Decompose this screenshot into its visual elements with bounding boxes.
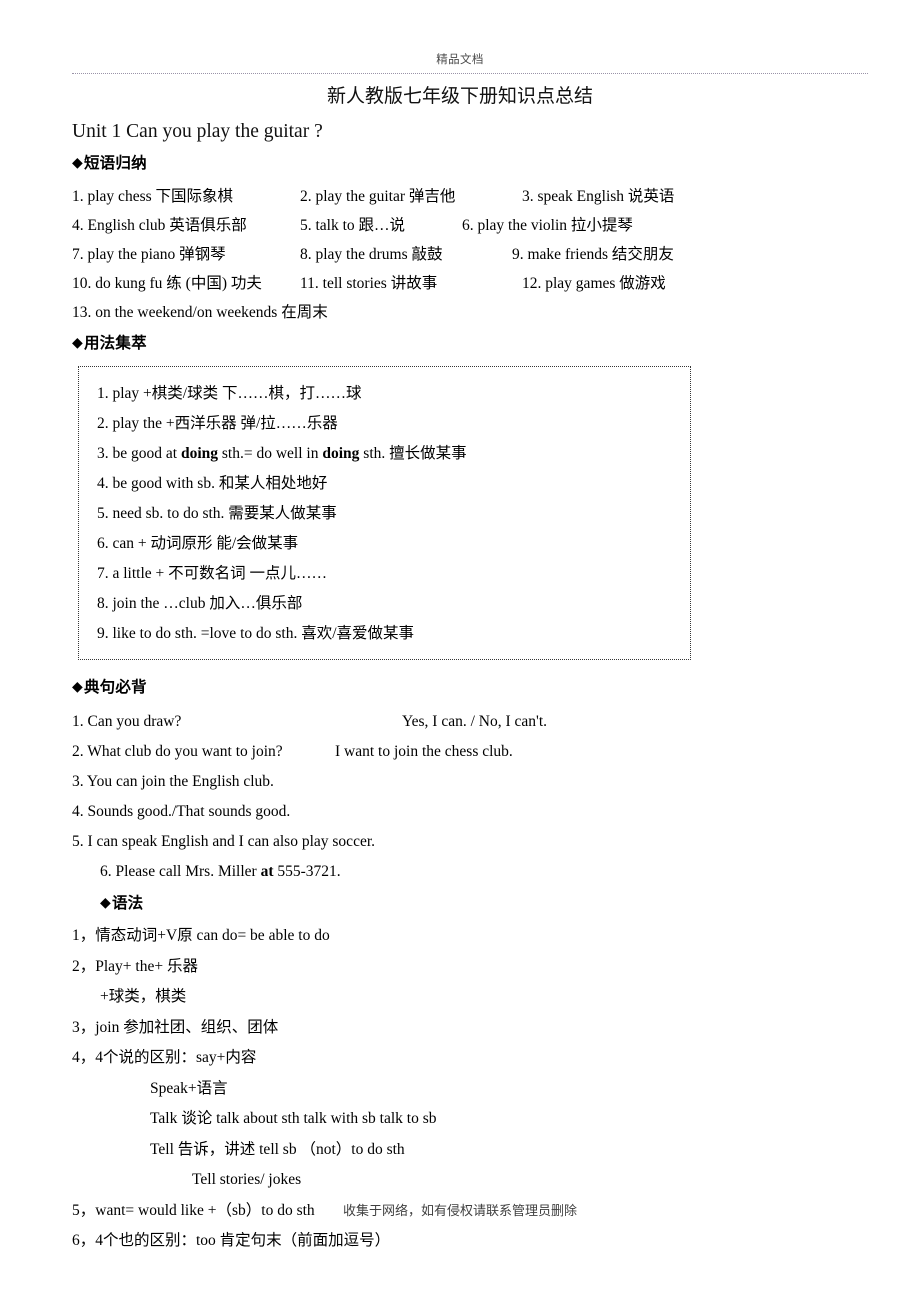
phrase-item: 11. tell stories 讲故事 <box>300 275 438 292</box>
usage-item-text: sth.= do well in <box>218 445 323 462</box>
phrase-row: 1. play chess 下国际象棋 2. play the guitar 弹… <box>72 182 920 211</box>
page-header: 精品文档 <box>0 0 920 80</box>
sentence-question: 2. What club do you want to join? <box>72 743 283 760</box>
usage-item-text: 6. can + 动词原形 能/会做某事 <box>97 535 299 552</box>
phrase-list: 1. play chess 下国际象棋 2. play the guitar 弹… <box>0 178 920 327</box>
sentence-answer: Yes, I can. / No, I can't. <box>402 713 547 730</box>
section-heading-sentences-label: 典句必背 <box>83 679 147 696</box>
sentence-text: 6. Please call Mrs. Miller <box>100 863 261 880</box>
unit-heading: Unit 1 Can you play the guitar ? <box>72 121 323 142</box>
sentence-question: 3. You can join the English club. <box>72 773 274 790</box>
usage-item-text: 5. need sb. to do sth. 需要某人做某事 <box>97 505 337 522</box>
usage-item: 6. can + 动词原形 能/会做某事 <box>79 529 690 559</box>
grammar-row: Tell 告诉，讲述 tell sb （not）to do sth <box>150 1140 405 1158</box>
sentence-question: 5. I can speak English and I can also pl… <box>72 833 376 850</box>
usage-box: 1. play +棋类/球类 下……棋，打……球 2. play the +西洋… <box>78 366 691 660</box>
usage-item-text: 1. play +棋类/球类 下……棋，打……球 <box>97 385 362 402</box>
sentence-row: 1. Can you draw? Yes, I can. / No, I can… <box>72 707 920 737</box>
usage-item: 5. need sb. to do sth. 需要某人做某事 <box>79 499 690 529</box>
phrase-item: 1. play chess 下国际象棋 <box>72 188 234 205</box>
usage-item: 1. play +棋类/球类 下……棋，打……球 <box>79 379 690 409</box>
sentence-row: 2. What club do you want to join? I want… <box>72 737 920 767</box>
usage-item-text: 4. be good with sb. 和某人相处地好 <box>97 475 328 492</box>
usage-item-text: 3. be good at <box>97 445 181 462</box>
diamond-bullet-icon: ◆ <box>72 680 83 695</box>
usage-item-text: 8. join the …club 加入…俱乐部 <box>97 595 303 612</box>
header-divider-rule <box>72 73 868 74</box>
diamond-bullet-icon: ◆ <box>72 336 83 351</box>
section-heading-grammar: ◆语法 <box>0 887 920 918</box>
diamond-bullet-icon: ◆ <box>100 896 111 911</box>
document-content: 新人教版七年级下册知识点总结 Unit 1 Can you play the g… <box>0 80 920 1257</box>
grammar-row: 1，情态动词+V原 can do= be able to do <box>72 927 330 944</box>
usage-item-text: 7. a little + 不可数名词 一点儿…… <box>97 565 328 582</box>
header-watermark-text: 精品文档 <box>436 54 484 66</box>
usage-item-text: 2. play the +西洋乐器 弹/拉……乐器 <box>97 415 338 432</box>
diamond-bullet-icon: ◆ <box>72 156 83 171</box>
sentence-row: 5. I can speak English and I can also pl… <box>72 827 920 857</box>
document-page: 精品文档 新人教版七年级下册知识点总结 Unit 1 Can you play … <box>0 0 920 1302</box>
usage-item: 4. be good with sb. 和某人相处地好 <box>79 469 690 499</box>
phrase-item: 4. English club 英语俱乐部 <box>72 217 247 234</box>
sentence-question: 4. Sounds good./That sounds good. <box>72 803 291 820</box>
section-heading-phrases: ◆短语归纳 <box>0 147 920 178</box>
section-heading-usage: ◆用法集萃 <box>0 327 920 358</box>
phrase-item: 6. play the violin 拉小提琴 <box>462 217 633 234</box>
usage-item: 8. join the …club 加入…俱乐部 <box>79 589 690 619</box>
section-heading-grammar-label: 语法 <box>111 895 144 912</box>
sentence-row: 6. Please call Mrs. Miller at 555-3721. <box>72 857 920 887</box>
section-heading-usage-label: 用法集萃 <box>83 335 147 352</box>
phrase-item: 8. play the drums 敲鼓 <box>300 246 443 263</box>
phrase-row: 7. play the piano 弹钢琴 8. play the drums … <box>72 240 920 269</box>
usage-item: 3. be good at doing sth.= do well in doi… <box>79 439 690 469</box>
phrase-item: 2. play the guitar 弹吉他 <box>300 188 456 205</box>
sentence-question: 6. Please call Mrs. Miller at 555-3721. <box>100 857 341 887</box>
sentence-list: 1. Can you draw? Yes, I can. / No, I can… <box>0 702 920 887</box>
section-heading-sentences: ◆典句必背 <box>0 660 920 702</box>
sentence-answer: I want to join the chess club. <box>335 743 513 760</box>
phrase-item: 7. play the piano 弹钢琴 <box>72 246 226 263</box>
phrase-row: 13. on the weekend/on weekends 在周末 <box>72 298 920 327</box>
grammar-row: Tell stories/ jokes <box>192 1171 302 1188</box>
page-footer: 收集于网络，如有侵权请联系管理员删除 <box>342 1203 577 1218</box>
grammar-row: Talk 谈论 talk about sth talk with sb talk… <box>150 1110 437 1127</box>
phrase-item: 13. on the weekend/on weekends 在周末 <box>72 304 328 321</box>
phrase-item: 5. talk to 跟…说 <box>300 217 406 234</box>
phrase-item: 9. make friends 结交朋友 <box>512 246 674 263</box>
grammar-row: +球类，棋类 <box>100 988 187 1005</box>
usage-item: 7. a little + 不可数名词 一点儿…… <box>79 559 690 589</box>
phrase-row: 10. do kung fu 练 (中国) 功夫 11. tell storie… <box>72 269 920 298</box>
section-heading-phrases-label: 短语归纳 <box>83 155 147 172</box>
grammar-row: 4，4个说的区别：say+内容 <box>72 1049 257 1066</box>
usage-item: 9. like to do sth. =love to do sth. 喜欢/喜… <box>79 619 690 649</box>
document-title: 新人教版七年级下册知识点总结 <box>326 86 593 107</box>
sentence-text: 555-3721. <box>273 863 341 880</box>
grammar-row: 2，Play+ the+ 乐器 <box>72 957 198 975</box>
usage-item: 2. play the +西洋乐器 弹/拉……乐器 <box>79 409 690 439</box>
usage-item-text: sth. 擅长做某事 <box>359 445 467 462</box>
usage-item-bold: doing <box>322 445 360 462</box>
phrase-row: 4. English club 英语俱乐部 5. talk to 跟…说 6. … <box>72 211 920 240</box>
sentence-question: 1. Can you draw? <box>72 713 182 730</box>
grammar-row: 3，join 参加社团、组织、团体 <box>72 1018 279 1036</box>
grammar-row: Speak+语言 <box>150 1079 228 1097</box>
phrase-item: 3. speak English 说英语 <box>522 188 675 205</box>
sentence-row: 3. You can join the English club. <box>72 767 920 797</box>
sentence-row: 4. Sounds good./That sounds good. <box>72 797 920 827</box>
phrase-item: 10. do kung fu 练 (中国) 功夫 <box>72 275 262 292</box>
usage-item-bold: doing <box>180 445 219 462</box>
sentence-bold: at <box>260 863 274 880</box>
grammar-row: 6，4个也的区别：too 肯定句末（前面加逗号） <box>72 1232 391 1249</box>
phrase-item: 12. play games 做游戏 <box>522 275 666 292</box>
usage-item-text: 9. like to do sth. =love to do sth. 喜欢/喜… <box>97 625 415 642</box>
